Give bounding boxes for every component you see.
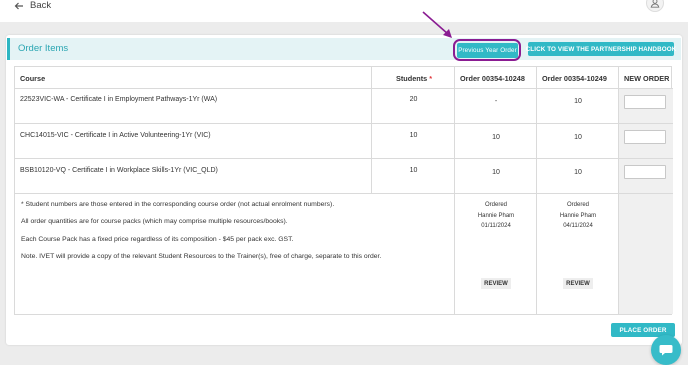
notes-cell: * Student numbers are those entered in t…: [15, 194, 455, 314]
new-order-cell: [619, 124, 673, 159]
order-status: Ordered Hannie Pham 01/11/2024: [477, 202, 515, 229]
order1-cell: -: [455, 89, 537, 124]
table-row: CHC14015-VIC - Certificate I in Active V…: [15, 124, 372, 159]
chat-button[interactable]: [651, 335, 681, 365]
note-text: All order quantities are for course pack…: [21, 218, 288, 225]
note-text: Each Course Pack has a fixed price regar…: [21, 236, 294, 243]
header-students: Students *: [372, 67, 455, 89]
order1-cell: 10: [455, 124, 537, 159]
order-items-card: Order Items Previous Year Order CLICK TO…: [6, 35, 682, 345]
header-students-label: Students: [396, 74, 428, 83]
table-row: BSB10120-VQ - Certificate I in Workplace…: [15, 159, 372, 194]
note-text: * Student numbers are those entered in t…: [21, 201, 335, 208]
course-name: 22523VIC-WA - Certificate I in Employmen…: [20, 96, 218, 103]
section-title: Order Items: [18, 43, 69, 54]
chat-icon: [659, 345, 673, 356]
arrow-left-icon: [14, 2, 23, 9]
header-course: Course: [15, 67, 372, 89]
course-name: BSB10120-VQ - Certificate I in Workplace…: [20, 167, 218, 174]
previous-year-order-button[interactable]: Previous Year Order: [457, 43, 518, 58]
order2-cell: 10: [537, 159, 619, 194]
students-cell: 10: [372, 124, 455, 159]
new-order-cell: [619, 89, 673, 124]
user-icon: [650, 0, 660, 8]
required-marker: *: [429, 74, 433, 83]
note-text: Note. IVET will provide a copy of the re…: [21, 253, 382, 260]
back-link[interactable]: Back: [14, 0, 51, 11]
review-button[interactable]: REVIEW: [481, 278, 511, 289]
order1-status-cell: Ordered Hannie Pham 01/11/2024 REVIEW: [455, 194, 537, 314]
header-order-1: Order 00354-10248: [455, 67, 537, 89]
user-menu-button[interactable]: [646, 0, 664, 12]
order2-status-cell: Ordered Hannie Pham 04/11/2024 REVIEW: [537, 194, 619, 314]
students-cell: 10: [372, 159, 455, 194]
header-new-order: NEW ORDER: [619, 67, 673, 89]
top-bar: Back: [0, 0, 688, 22]
new-order-input[interactable]: [624, 130, 666, 144]
order2-cell: 10: [537, 124, 619, 159]
new-order-input[interactable]: [624, 95, 666, 109]
review-button[interactable]: REVIEW: [563, 278, 593, 289]
partnership-handbook-button[interactable]: CLICK TO VIEW THE PARTNERSHIP HANDBOOK: [526, 42, 676, 56]
new-order-input[interactable]: [624, 165, 666, 179]
table-row: 22523VIC-WA - Certificate I in Employmen…: [15, 89, 372, 124]
header-order-2: Order 00354-10249: [537, 67, 619, 89]
new-order-cell: [619, 159, 673, 194]
order1-cell: 10: [455, 159, 537, 194]
new-order-empty-cell: [619, 194, 673, 314]
course-name: CHC14015-VIC - Certificate I in Active V…: [20, 132, 211, 139]
order-items-table: Course Students * Order 00354-10248 Orde…: [14, 66, 673, 315]
students-cell: 20: [372, 89, 455, 124]
order-status: Ordered Hannie Pham 04/11/2024: [559, 202, 597, 229]
back-label: Back: [30, 0, 52, 11]
order2-cell: 10: [537, 89, 619, 124]
